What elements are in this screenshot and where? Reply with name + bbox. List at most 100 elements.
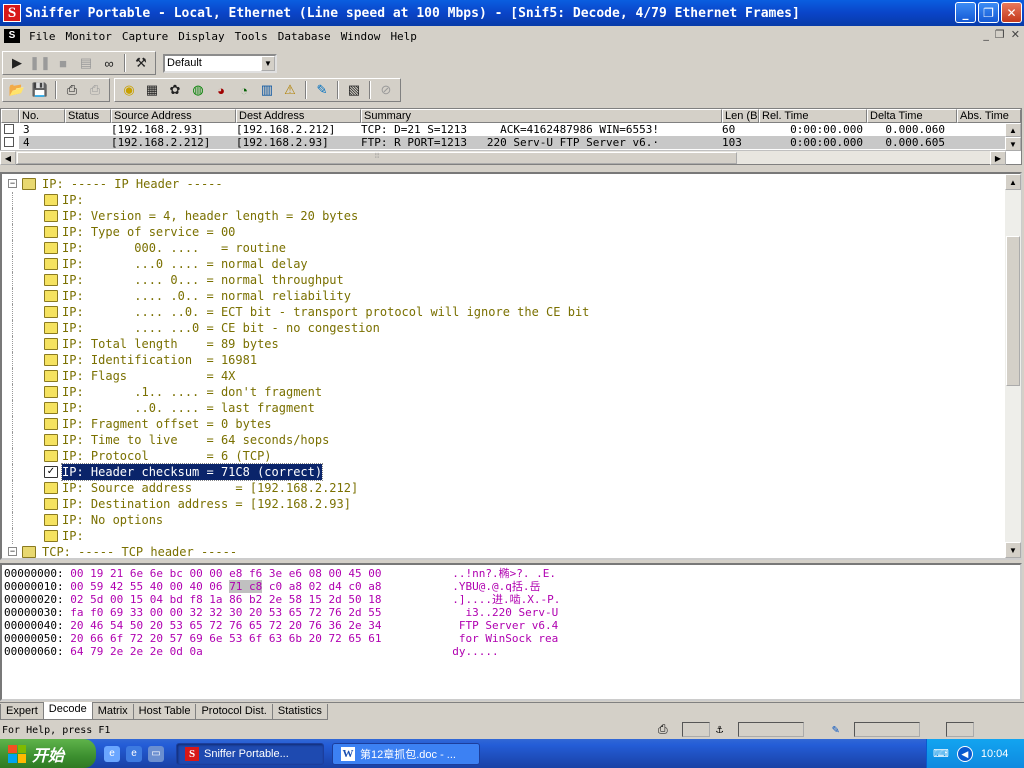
- tree-node[interactable]: IP: .... 0... = normal throughput: [2, 272, 1002, 288]
- hex-bytes[interactable]: 20 66 6f 72 20 57 69 6e 53 6f 63 6b 20 7…: [70, 632, 452, 645]
- chevron-down-icon[interactable]: ▼: [261, 55, 275, 71]
- tree-node[interactable]: IP: .1.. .... = don't fragment: [2, 384, 1002, 400]
- hex-row[interactable]: 00000010: 00 59 42 55 40 00 40 06 71 c8 …: [4, 580, 540, 593]
- tree-node[interactable]: IP: .... .0.. = normal reliability: [2, 288, 1002, 304]
- tree-collapse-icon[interactable]: −: [8, 547, 17, 556]
- hscroll-thumb[interactable]: ⦙⦙⦙: [17, 152, 737, 164]
- header-length[interactable]: Len (B: [722, 109, 759, 123]
- tree-node[interactable]: IP: 000. .... = routine: [2, 240, 1002, 256]
- show-desktop-icon[interactable]: ▭: [148, 745, 164, 762]
- mdi-minimize-button[interactable]: _: [983, 28, 989, 41]
- decode-vscrollbar[interactable]: ▲ ▼: [1005, 174, 1021, 558]
- hex-ascii[interactable]: for WinSock rea: [452, 632, 558, 645]
- hex-row[interactable]: 00000050: 20 66 6f 72 20 57 69 6e 53 6f …: [4, 632, 558, 645]
- save-icon[interactable]: 💾: [29, 80, 51, 100]
- hex-ascii[interactable]: dy.....: [452, 645, 498, 658]
- pause-icon[interactable]: ❚❚: [29, 53, 51, 73]
- header-status[interactable]: Status: [65, 109, 111, 123]
- menu-file[interactable]: File: [24, 30, 61, 43]
- vscroll-thumb[interactable]: [1006, 236, 1020, 386]
- protocol-dist-icon[interactable]: ◔: [233, 80, 255, 100]
- row-checkbox[interactable]: [4, 137, 14, 147]
- hex-bytes[interactable]: 64 79 2e 2e 2e 0d 0a: [70, 645, 452, 658]
- chevron-down-icon[interactable]: ▼: [1005, 137, 1021, 151]
- taskbar-item-sniffer[interactable]: S Sniffer Portable...: [176, 742, 324, 765]
- history-icon[interactable]: ◕: [210, 80, 232, 100]
- header-dest-address[interactable]: Dest Address: [236, 109, 361, 123]
- stop-icon[interactable]: ■: [52, 53, 74, 73]
- tree-node-root[interactable]: − TCP: ----- TCP header -----: [2, 544, 1002, 558]
- play-icon[interactable]: ▶: [6, 53, 28, 73]
- menu-database[interactable]: Database: [273, 30, 336, 43]
- menu-capture[interactable]: Capture: [117, 30, 173, 43]
- chevron-down-icon[interactable]: ▼: [1005, 542, 1021, 558]
- tab-decode[interactable]: Decode: [42, 702, 93, 720]
- header-source-address[interactable]: Source Address: [111, 109, 236, 123]
- hex-row[interactable]: 00000030: fa f0 69 33 00 00 32 32 30 20 …: [4, 606, 558, 619]
- tree-node[interactable]: IP: Identification = 16981: [2, 352, 1002, 368]
- tree-node[interactable]: IP: Destination address = [192.168.2.93]: [2, 496, 1002, 512]
- summary-vscrollbar[interactable]: ▲ ▼: [1005, 123, 1021, 151]
- clock[interactable]: 10:04: [981, 748, 1009, 760]
- menu-tools[interactable]: Tools: [230, 30, 273, 43]
- row-checkbox[interactable]: [4, 124, 14, 134]
- tab-statistics[interactable]: Statistics: [271, 704, 328, 720]
- tree-node[interactable]: IP: Fragment offset = 0 bytes: [2, 416, 1002, 432]
- tree-node[interactable]: IP: ..0. .... = last fragment: [2, 400, 1002, 416]
- hex-ascii[interactable]: i3..220 Serv-U: [452, 606, 558, 619]
- tree-node-selected[interactable]: ✓ IP: Header checksum = 71C8 (correct): [2, 463, 1002, 481]
- chevron-up-icon[interactable]: ▲: [1005, 123, 1021, 137]
- alarm-log-icon[interactable]: ⚠: [279, 80, 301, 100]
- browser-icon[interactable]: e: [126, 745, 142, 762]
- hex-ascii[interactable]: .]....进.啮.X.-P.: [452, 593, 560, 606]
- internet-explorer-icon[interactable]: e: [104, 745, 120, 762]
- header-rel-time[interactable]: Rel. Time: [759, 109, 867, 123]
- tree-node[interactable]: IP: Source address = [192.168.2.212]: [2, 480, 1002, 496]
- chevron-up-icon[interactable]: ▲: [1005, 174, 1021, 190]
- print-preview-icon[interactable]: ⎙: [84, 80, 106, 100]
- dashboard-icon[interactable]: ◉: [118, 80, 140, 100]
- tab-expert[interactable]: Expert: [0, 704, 44, 720]
- start-button[interactable]: 开始: [0, 739, 96, 768]
- print-icon[interactable]: ⎙: [61, 80, 83, 100]
- profile-select[interactable]: Default ▼: [163, 53, 277, 73]
- open-folder-icon[interactable]: 📂: [6, 80, 28, 100]
- tree-node[interactable]: IP: Total length = 89 bytes: [2, 336, 1002, 352]
- sniffer-app-icon[interactable]: S: [3, 4, 21, 22]
- hex-row[interactable]: 00000020: 02 5d 00 15 04 bd f8 1a 86 b2 …: [4, 593, 560, 606]
- summary-hscrollbar[interactable]: ◀ ⦙⦙⦙ ▶: [0, 150, 1006, 165]
- hex-ascii[interactable]: FTP Server v6.4: [452, 619, 558, 632]
- menu-help[interactable]: Help: [385, 30, 422, 43]
- hex-row[interactable]: 00000000: 00 19 21 6e 6e bc 00 00 e8 f6 …: [4, 567, 556, 580]
- tree-node[interactable]: IP: Time to live = 64 seconds/hops: [2, 432, 1002, 448]
- tree-node[interactable]: IP: .... ...0 = CE bit - no congestion: [2, 320, 1002, 336]
- tree-node-root[interactable]: − IP: ----- IP Header -----: [2, 176, 1002, 192]
- select-filter-icon[interactable]: ▧: [343, 80, 365, 100]
- tree-node[interactable]: IP:: [2, 528, 1002, 544]
- binoculars-icon[interactable]: ∞: [98, 53, 120, 73]
- chevron-right-icon[interactable]: ▶: [990, 151, 1006, 165]
- tree-node[interactable]: IP: Version = 4, header length = 20 byte…: [2, 208, 1002, 224]
- tree-collapse-icon[interactable]: −: [8, 179, 17, 188]
- stop-display-icon[interactable]: ▤: [75, 53, 97, 73]
- tab-protocol-dist[interactable]: Protocol Dist.: [195, 704, 273, 720]
- document-icon[interactable]: S: [4, 29, 20, 43]
- mdi-close-button[interactable]: ✕: [1011, 28, 1020, 41]
- hex-bytes[interactable]: 00 19 21 6e 6e bc 00 00 e8 f6 3e e6 08 0…: [70, 567, 452, 580]
- menu-monitor[interactable]: Monitor: [61, 30, 117, 43]
- tree-node[interactable]: IP: ...0 .... = normal delay: [2, 256, 1002, 272]
- header-no[interactable]: No.: [19, 109, 65, 123]
- hex-ascii[interactable]: ..!nn?.椭>?. .E.: [452, 567, 556, 580]
- hex-bytes[interactable]: 02 5d 00 15 04 bd f8 1a 86 b2 2e 58 15 2…: [70, 593, 452, 606]
- menu-display[interactable]: Display: [173, 30, 229, 43]
- tray-expand-icon[interactable]: ◀: [956, 745, 973, 762]
- hex-bytes[interactable]: fa f0 69 33 00 00 32 32 30 20 53 65 72 7…: [70, 606, 452, 619]
- chevron-left-icon[interactable]: ◀: [0, 151, 16, 165]
- hex-row[interactable]: 00000060: 64 79 2e 2e 2e 0d 0a dy.....: [4, 645, 499, 658]
- tree-node[interactable]: IP: Flags = 4X: [2, 368, 1002, 384]
- restore-button[interactable]: ❐: [978, 2, 999, 23]
- tab-matrix[interactable]: Matrix: [91, 704, 134, 720]
- application-response-icon[interactable]: ◍: [187, 80, 209, 100]
- close-button[interactable]: ✕: [1001, 2, 1022, 23]
- taskbar-item-word[interactable]: W 第12章抓包.doc - ...: [332, 742, 480, 765]
